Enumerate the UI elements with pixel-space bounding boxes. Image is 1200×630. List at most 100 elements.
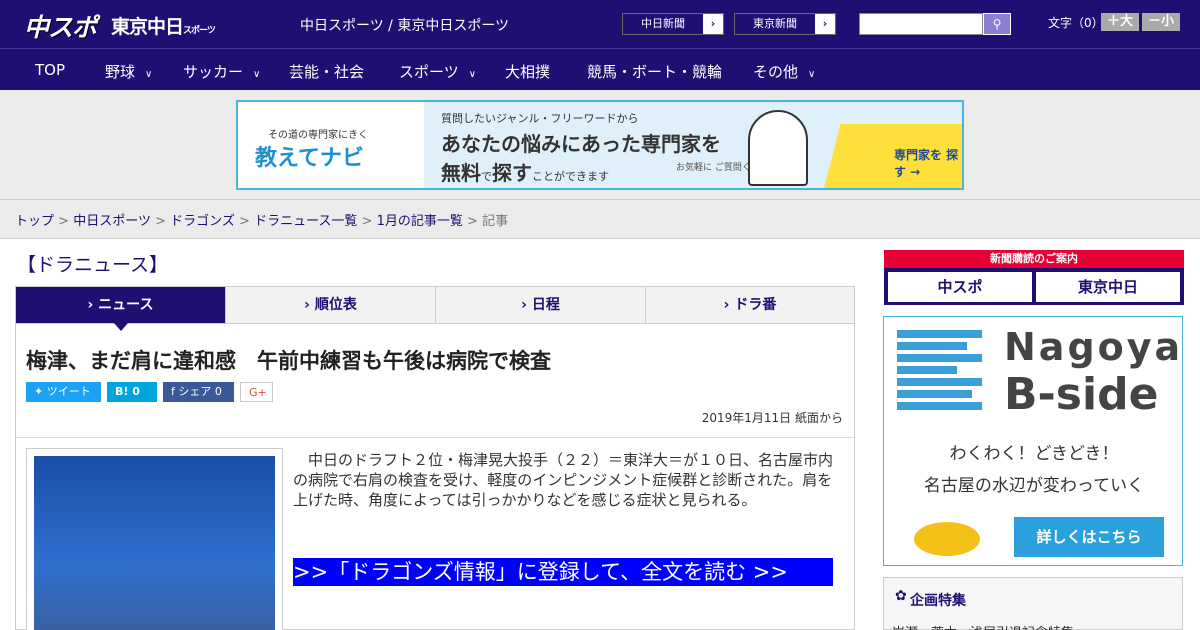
nav-label: TOP: [35, 61, 66, 79]
divider: [0, 199, 1200, 200]
chevron-down-icon: ∨: [145, 69, 153, 80]
btn1-label: 中日新聞: [623, 14, 704, 34]
facebook-share-button[interactable]: f シェア 0: [163, 382, 234, 402]
banner-h2d: ことができます: [532, 170, 609, 183]
breadcrumb-item[interactable]: ドラニュース一覧: [254, 214, 357, 229]
top-header: 中スポ 東京中日スポーツ 中日スポーツ / 東京中日スポーツ 中日新聞 › 東京新…: [0, 0, 1200, 48]
btn2-label: 東京新聞: [735, 14, 816, 34]
banner-headline: あなたの悩みにあった専門家を: [441, 132, 721, 156]
nav-label: スポーツ: [399, 63, 459, 81]
ad-tagline-1: わくわく！どきどき！: [949, 444, 1119, 464]
divider: [16, 437, 854, 438]
nav-sumo[interactable]: 大相撲: [505, 61, 550, 82]
feature-box: ✿ 企画特集 岩瀬・荒木・浅尾引退記念特集: [883, 577, 1183, 630]
article-date: 2019年1月11日 紙面から: [701, 411, 843, 425]
ad-nagoya-bside[interactable]: Nagoya B-side わくわく！どきどき！ 名古屋の水辺が変わっていく 詳…: [883, 316, 1183, 566]
banner-cta-text: 専門家を 探す →: [894, 148, 959, 179]
breadcrumb-sep: >: [58, 214, 70, 229]
nav-keiba[interactable]: 競馬・ボート・競輪: [587, 61, 722, 82]
breadcrumb-sep: >: [155, 214, 166, 229]
tab-label: 順位表: [314, 297, 357, 313]
chevron-down-icon: ∨: [253, 69, 261, 80]
font-larger-button[interactable]: ＋大: [1101, 13, 1139, 31]
nav-label: 芸能・社会: [289, 63, 365, 81]
subscribe-read-more-link[interactable]: >>「ドラゴンズ情報」に登録して、全文を読む >>: [293, 558, 833, 586]
nav-soccer[interactable]: サッカー ∨: [183, 61, 260, 82]
logo-sub-text: 東京中日: [111, 16, 184, 38]
logo-chuspo[interactable]: 中スポ: [24, 8, 97, 44]
fb-label: シェア 0: [178, 385, 222, 398]
google-plus-button[interactable]: G+: [240, 382, 273, 402]
site-title: 中日スポーツ / 東京中日スポーツ: [300, 18, 510, 34]
person-illustration-icon: [748, 110, 808, 186]
tab-news[interactable]: › ニュース: [16, 287, 226, 331]
chevron-right-icon: ›: [710, 17, 716, 30]
font-smaller-button[interactable]: －小: [1142, 13, 1180, 31]
main-nav: TOP 野球 ∨ サッカー ∨ 芸能・社会 スポーツ ∨ 大相撲 競馬・ボート・競輪 …: [0, 48, 1200, 90]
banner-question: 質問したいジャンル・フリーワードから: [441, 112, 639, 125]
nav-label: 大相撲: [505, 63, 551, 81]
breadcrumb-sep: >: [467, 214, 478, 229]
breadcrumb-sep: >: [361, 214, 373, 229]
article-body: 中日のドラフト２位・梅津晃大投手（２２）＝東洋大＝が１０日、名古屋市内の病院で右…: [293, 451, 834, 509]
subscribe-tokyo-button[interactable]: 東京中日: [1036, 272, 1180, 302]
breadcrumb-item[interactable]: 中日スポーツ: [73, 214, 151, 229]
nav-label: その他: [753, 63, 799, 81]
tab-schedule[interactable]: › 日程: [436, 287, 646, 323]
banner-brand-panel: その道の専門家にきく 教えてナビ: [238, 102, 424, 188]
feature-heading: 企画特集: [910, 593, 966, 609]
tab-standings[interactable]: › 順位表: [226, 287, 436, 323]
banner-h2b: で: [481, 170, 492, 183]
breadcrumb-item[interactable]: ドラゴンズ: [170, 214, 235, 229]
nav-entertainment[interactable]: 芸能・社会: [289, 61, 364, 82]
tweet-button[interactable]: ✦ ツイート: [26, 382, 101, 402]
tweet-label: ツイート: [46, 385, 91, 398]
breadcrumb: トップ > 中日スポーツ > ドラゴンズ > ドラニュース一覧 > 1月の記事一…: [15, 210, 508, 229]
breadcrumb-item[interactable]: 1月の記事一覧: [377, 214, 463, 229]
nav-label: 野球: [105, 63, 136, 81]
tokyo-shimbun-link[interactable]: 東京新聞 ›: [734, 13, 836, 35]
nav-label: 競馬・ボート・競輪: [587, 63, 723, 81]
twitter-icon: ✦: [34, 385, 47, 398]
feature-item[interactable]: 岩瀬・荒木・浅尾引退記念特集: [892, 622, 1074, 630]
tab-label: 日程: [531, 297, 560, 313]
ad-banner-oshiete-navi[interactable]: その道の専門家にきく 教えてナビ 質問したいジャンル・フリーワードから あなたの…: [236, 100, 964, 190]
fried-shrimp-mascot-icon: [914, 522, 980, 556]
ad-details-button[interactable]: 詳しくはこちら: [1014, 517, 1164, 557]
chevron-down-icon: ∨: [468, 69, 477, 80]
logo-sub-small: スポーツ: [183, 26, 216, 36]
tab-label: ドラ番: [734, 297, 777, 313]
banner-brand: 教えてナビ: [255, 146, 364, 171]
ribbon-icon: ✿: [895, 588, 907, 604]
nav-baseball[interactable]: 野球 ∨: [105, 61, 152, 82]
section-heading: 【ドラニュース】: [17, 254, 169, 276]
nav-sports[interactable]: スポーツ ∨: [399, 61, 476, 82]
nav-top[interactable]: TOP: [35, 61, 65, 79]
font-size-label: 文字（0）: [1048, 16, 1104, 30]
banner-message: 質問したいジャンル・フリーワードから あなたの悩みにあった専門家を 無料で探すこ…: [441, 110, 721, 186]
logo-tokyo-chunichi[interactable]: 東京中日スポーツ: [111, 12, 216, 39]
search-input[interactable]: [859, 13, 983, 35]
banner-cta[interactable]: 専門家を 探す →: [824, 124, 962, 188]
search-icon: ⚲: [992, 17, 1002, 31]
banner-h2a: 無料: [441, 161, 481, 185]
breadcrumb-sep: >: [239, 214, 250, 229]
chunichi-shimbun-link[interactable]: 中日新聞 ›: [622, 13, 724, 35]
subscription-heading: 新聞購読のご案内: [884, 250, 1184, 268]
breadcrumb-current: 記事: [482, 214, 509, 229]
ad-title-bside: B-side: [1004, 369, 1159, 420]
breadcrumb-item[interactable]: トップ: [15, 214, 54, 229]
article-photo[interactable]: [26, 448, 283, 630]
chevron-right-icon: ›: [822, 17, 828, 30]
tab-bar: › ニュース › 順位表 › 日程 › ドラ番: [15, 286, 855, 331]
ad-tagline-2: 名古屋の水辺が変わっていく: [923, 476, 1145, 496]
nav-other[interactable]: その他 ∨: [753, 61, 815, 82]
bars-logo-icon: [897, 330, 982, 414]
tab-dora-ban[interactable]: › ドラ番: [646, 287, 854, 323]
ad-title-nagoya: Nagoya: [1004, 325, 1184, 369]
hatena-button[interactable]: B! 0: [107, 382, 157, 402]
subscription-box[interactable]: 新聞購読のご案内 中スポ 東京中日: [884, 250, 1184, 305]
subscribe-chuspo-button[interactable]: 中スポ: [888, 272, 1032, 302]
search-button[interactable]: ⚲: [983, 13, 1011, 35]
banner-small-text: その道の専門家にきく: [268, 130, 368, 141]
